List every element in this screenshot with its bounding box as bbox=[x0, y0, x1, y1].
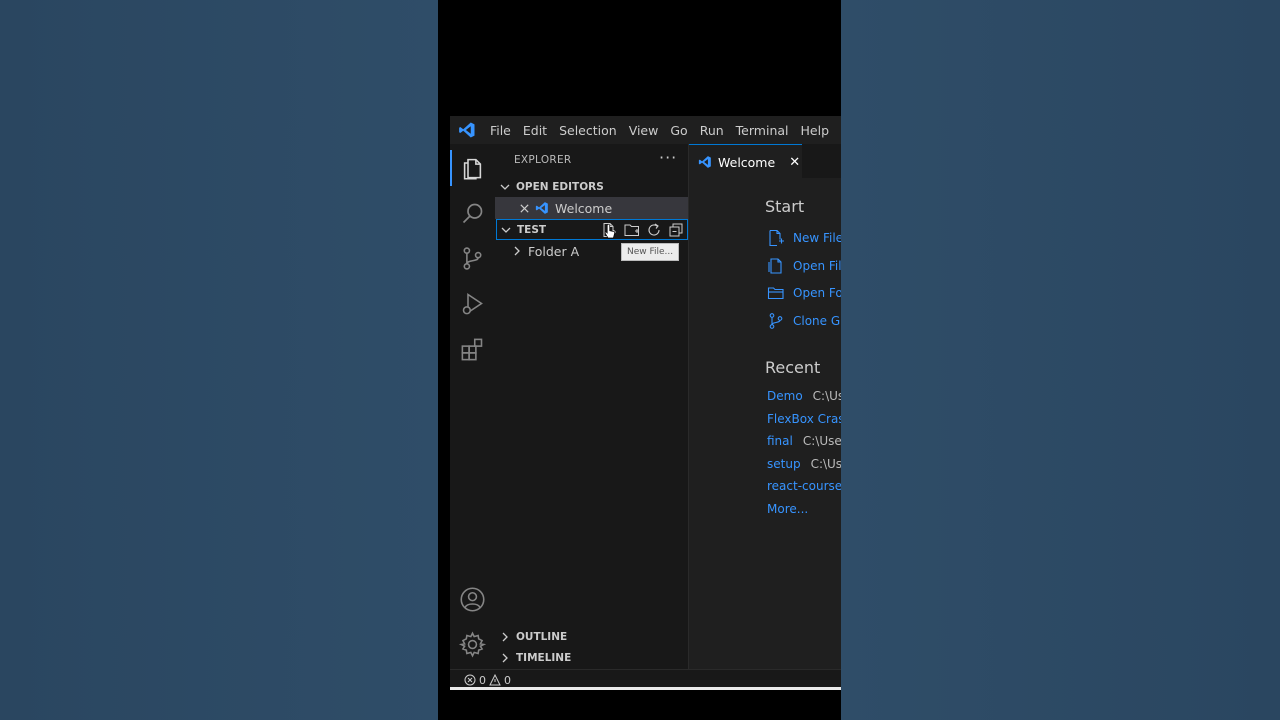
menu-go[interactable]: Go bbox=[670, 123, 687, 138]
recent-path: C:\Us bbox=[810, 457, 841, 471]
start-new-file-link: New File... bbox=[793, 231, 841, 245]
tab-welcome[interactable]: Welcome ✕ bbox=[689, 144, 802, 179]
vscode-file-icon bbox=[535, 201, 549, 215]
errors-indicator[interactable]: 0 0 bbox=[464, 674, 511, 687]
menu-edit[interactable]: Edit bbox=[523, 123, 547, 138]
folder-section-test[interactable]: TEST bbox=[496, 219, 688, 240]
warning-count: 0 bbox=[504, 673, 511, 687]
git-branch-icon bbox=[769, 313, 783, 329]
start-open-folder-link: Open Folder... bbox=[793, 286, 841, 300]
video-progress-bar bbox=[450, 687, 841, 690]
start-open-folder[interactable]: Open Folder... bbox=[767, 282, 841, 304]
open-editor-label: Welcome bbox=[555, 200, 613, 216]
error-count: 0 bbox=[479, 673, 486, 687]
start-clone-git[interactable]: Clone Git Repository... bbox=[767, 310, 841, 332]
vscode-window: File Edit Selection View Go Run Terminal… bbox=[450, 116, 841, 689]
recent-more[interactable]: More... bbox=[767, 500, 808, 518]
vscode-file-icon bbox=[698, 155, 712, 169]
recent-item[interactable]: FlexBox Crash bbox=[767, 410, 841, 428]
chevron-right-icon bbox=[502, 653, 508, 663]
chevron-right-icon bbox=[502, 632, 508, 642]
folder-section-label: TEST bbox=[517, 223, 547, 236]
open-editor-welcome[interactable]: Welcome bbox=[495, 197, 688, 219]
active-indicator bbox=[450, 150, 452, 186]
tab-close-icon[interactable]: ✕ bbox=[789, 155, 800, 170]
recent-heading: Recent bbox=[765, 358, 821, 377]
chevron-down-icon bbox=[500, 184, 510, 190]
run-debug-icon[interactable] bbox=[459, 290, 486, 317]
menu-bar: File Edit Selection View Go Run Terminal… bbox=[450, 116, 841, 144]
mouse-pointer-icon bbox=[604, 223, 617, 244]
explorer-sidebar: EXPLORER ··· OPEN EDITORS Welcome TEST F… bbox=[495, 144, 689, 669]
recent-path: C:\Us bbox=[812, 389, 841, 403]
recent-item[interactable]: react-course-c bbox=[767, 477, 841, 495]
warning-icon bbox=[489, 674, 501, 686]
start-open-file[interactable]: Open File... bbox=[767, 255, 841, 277]
open-editors-header[interactable]: OPEN EDITORS bbox=[499, 177, 604, 197]
explorer-title: EXPLORER bbox=[514, 154, 572, 166]
open-file-icon bbox=[768, 258, 782, 274]
blurred-background-right bbox=[841, 0, 1280, 720]
menu-file[interactable]: File bbox=[490, 123, 511, 138]
recent-item[interactable]: setup C:\Us bbox=[767, 455, 841, 473]
menu-run[interactable]: Run bbox=[700, 123, 724, 138]
new-file-tooltip: New File... bbox=[621, 243, 680, 261]
source-control-icon[interactable] bbox=[459, 245, 486, 272]
refresh-icon[interactable] bbox=[646, 222, 662, 238]
start-heading: Start bbox=[765, 197, 805, 216]
status-bar: 0 0 bbox=[450, 669, 841, 689]
new-file-icon bbox=[769, 229, 784, 247]
menu-selection[interactable]: Selection bbox=[559, 123, 617, 138]
timeline-header[interactable]: TIMELINE bbox=[499, 648, 571, 668]
recent-item[interactable]: Demo C:\Us bbox=[767, 387, 841, 405]
new-folder-icon[interactable] bbox=[624, 222, 640, 238]
start-open-file-link: Open File... bbox=[793, 259, 841, 273]
recent-name: FlexBox Crash bbox=[767, 412, 841, 426]
start-new-file[interactable]: New File... bbox=[767, 227, 841, 249]
error-icon bbox=[464, 674, 476, 686]
close-icon[interactable] bbox=[519, 203, 531, 214]
recent-name: setup bbox=[767, 457, 801, 471]
recent-name: react-course-c bbox=[767, 479, 841, 493]
activity-bar bbox=[450, 144, 495, 669]
open-folder-icon bbox=[767, 287, 784, 300]
video-frame: File Edit Selection View Go Run Terminal… bbox=[438, 0, 841, 720]
menu-help[interactable]: Help bbox=[801, 123, 830, 138]
collapse-all-icon[interactable] bbox=[668, 222, 684, 238]
menu-view[interactable]: View bbox=[629, 123, 659, 138]
timeline-label: TIMELINE bbox=[516, 652, 572, 664]
welcome-page: Start New File... Open File... Open Fold… bbox=[689, 178, 841, 669]
open-editors-label: OPEN EDITORS bbox=[516, 181, 604, 193]
tab-label: Welcome bbox=[718, 154, 776, 170]
blurred-background-left bbox=[0, 0, 438, 720]
outline-label: OUTLINE bbox=[516, 631, 568, 643]
accounts-icon[interactable] bbox=[459, 586, 486, 613]
search-icon[interactable] bbox=[459, 200, 486, 227]
menu-terminal[interactable]: Terminal bbox=[736, 123, 789, 138]
more-actions-icon[interactable]: ··· bbox=[659, 148, 677, 167]
chevron-right-icon bbox=[514, 246, 520, 256]
editor-tab-bar: Welcome ✕ bbox=[689, 144, 841, 179]
folder-a-label: Folder A bbox=[528, 243, 580, 259]
outline-header[interactable]: OUTLINE bbox=[499, 627, 567, 647]
start-clone-git-link: Clone Git Repository... bbox=[793, 314, 841, 328]
explorer-icon[interactable] bbox=[459, 154, 486, 181]
recent-more-link: More... bbox=[767, 502, 809, 516]
recent-item[interactable]: final C:\User bbox=[767, 432, 841, 450]
vscode-logo-icon bbox=[458, 120, 478, 140]
extensions-icon[interactable] bbox=[459, 336, 486, 363]
settings-gear-icon[interactable] bbox=[458, 631, 487, 658]
recent-name: Demo bbox=[767, 389, 803, 403]
recent-name: final bbox=[767, 434, 793, 448]
recent-path: C:\User bbox=[802, 434, 841, 448]
chevron-down-icon bbox=[501, 227, 511, 233]
